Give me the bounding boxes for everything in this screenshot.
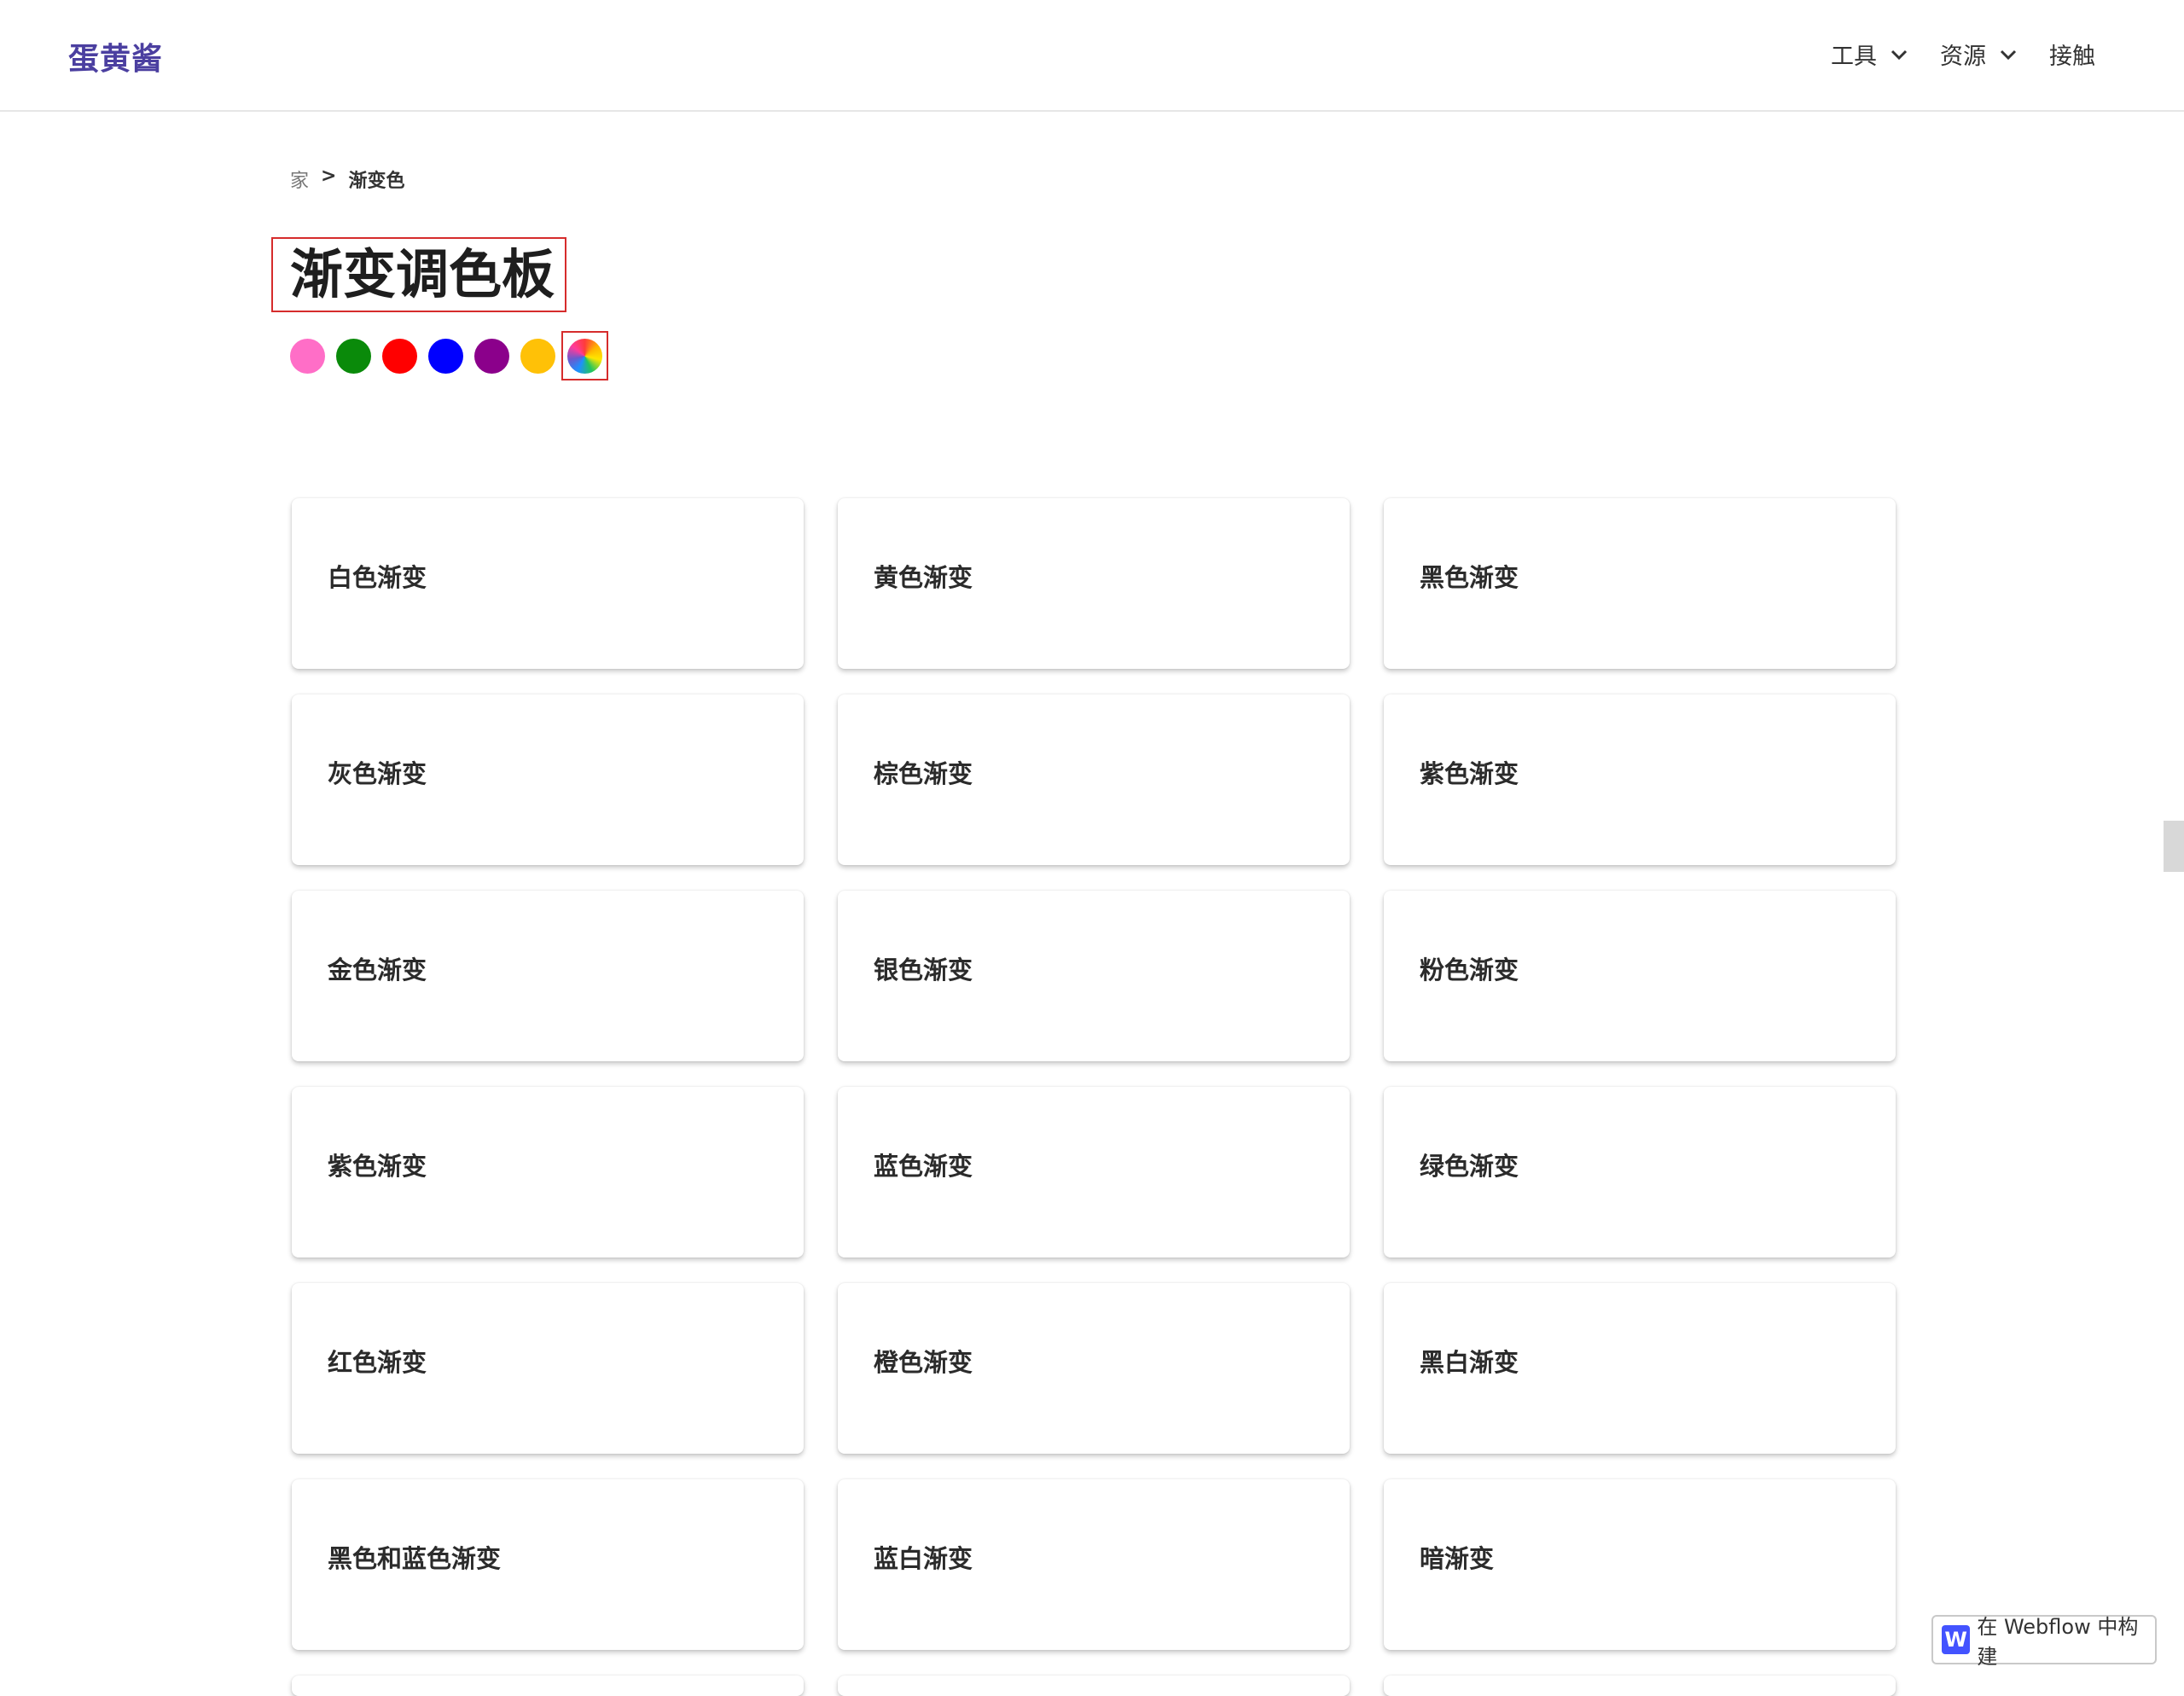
breadcrumb-separator: > — [321, 166, 337, 187]
gradient-card-label: 白色渐变 — [328, 563, 427, 592]
gradient-card[interactable]: 粉色渐变 — [1384, 891, 1896, 1061]
top-navbar: 蛋黄酱 工具 资源 接触 — [0, 0, 2184, 112]
nav-item-label: 资源 — [1940, 44, 1986, 70]
gradient-card[interactable]: 紫色渐变 — [292, 1087, 804, 1257]
gradient-card-label: 银色渐变 — [874, 955, 973, 984]
gradient-card[interactable]: 黑色和蓝色渐变 — [292, 1479, 804, 1650]
scrollbar-thumb[interactable] — [2164, 821, 2184, 872]
gradient-card[interactable]: 黑色渐变 — [1384, 498, 1896, 669]
nav-item-contact[interactable]: 接触 — [2049, 38, 2095, 71]
webflow-badge-text: 在 Webflow 中构建 — [1977, 1615, 2139, 1669]
chevron-down-icon — [1891, 49, 1908, 60]
gradient-card[interactable]: 灰色渐变 — [292, 694, 804, 865]
breadcrumb-home-link[interactable]: 家 — [290, 166, 309, 193]
swatch-pink[interactable] — [290, 338, 325, 374]
gradient-card[interactable]: 紫色渐变 — [1384, 694, 1896, 865]
gradient-card-label: 棕色渐变 — [874, 759, 973, 788]
breadcrumb: 家 > 渐变色 — [290, 166, 404, 193]
gradient-card[interactable]: 棕色渐变 — [838, 694, 1350, 865]
swatch-multicolor[interactable] — [561, 331, 608, 380]
gradient-card-label: 紫色渐变 — [328, 1152, 427, 1181]
gradient-card-label: 金色渐变 — [328, 955, 427, 984]
gradient-card-label: 黑色和蓝色渐变 — [328, 1544, 502, 1573]
gradient-card-label: 黑白渐变 — [1420, 1348, 1519, 1377]
gradient-card[interactable]: 金色渐变 — [292, 891, 804, 1061]
gradient-card-label: 蓝色渐变 — [874, 1152, 973, 1181]
swatch-yellow[interactable] — [520, 338, 555, 374]
gradient-card[interactable] — [292, 1676, 804, 1696]
gradient-card-label: 粉色渐变 — [1420, 955, 1519, 984]
page-title: 渐变调色板 — [271, 237, 567, 312]
chevron-down-icon — [2000, 49, 2017, 60]
breadcrumb-current: 渐变色 — [348, 171, 405, 192]
gradient-card-label: 蓝白渐变 — [874, 1544, 973, 1573]
gradient-card[interactable]: 暗渐变 — [1384, 1479, 1896, 1650]
gradient-card-label: 灰色渐变 — [328, 759, 427, 788]
webflow-badge[interactable]: W 在 Webflow 中构建 — [1931, 1615, 2157, 1669]
gradient-card-label: 紫色渐变 — [1420, 759, 1519, 788]
gradient-card-label: 黄色渐变 — [874, 563, 973, 592]
gradient-card-label: 红色渐变 — [328, 1348, 427, 1377]
gradient-card[interactable]: 红色渐变 — [292, 1283, 804, 1454]
webflow-logo-icon: W — [1942, 1625, 1971, 1654]
nav-item-label: 工具 — [1831, 44, 1877, 70]
gradient-card-label: 黑色渐变 — [1420, 563, 1519, 592]
swatch-purple[interactable] — [474, 338, 509, 374]
nav-item-label: 接触 — [2049, 44, 2095, 70]
swatch-red[interactable] — [382, 338, 417, 374]
color-filter-swatches — [290, 331, 608, 380]
rainbow-wheel-icon — [567, 338, 602, 374]
gradient-card[interactable]: 白色渐变 — [292, 498, 804, 669]
gradient-card[interactable]: 蓝色渐变 — [838, 1087, 1350, 1257]
nav-item-resources[interactable]: 资源 — [1940, 38, 2018, 71]
gradient-card[interactable]: 银色渐变 — [838, 891, 1350, 1061]
gradient-card[interactable]: 蓝白渐变 — [838, 1479, 1350, 1650]
gradient-card[interactable]: 黄色渐变 — [838, 498, 1350, 669]
gradient-card-label: 橙色渐变 — [874, 1348, 973, 1377]
gradient-card-grid: 白色渐变 黄色渐变 黑色渐变 灰色渐变 棕色渐变 紫色渐变 金色渐变 银色渐变 粉色渐变 紫色渐变… — [292, 498, 1896, 1696]
swatch-blue[interactable] — [428, 338, 463, 374]
nav-item-tools[interactable]: 工具 — [1831, 38, 1909, 71]
gradient-card[interactable]: 绿色渐变 — [1384, 1087, 1896, 1257]
swatch-green[interactable] — [336, 338, 371, 374]
gradient-card-label: 暗渐变 — [1420, 1544, 1495, 1573]
gradient-card[interactable] — [1384, 1676, 1896, 1696]
gradient-card[interactable] — [838, 1676, 1350, 1696]
gradient-card[interactable]: 黑白渐变 — [1384, 1283, 1896, 1454]
nav-links: 工具 资源 接触 — [1831, 38, 2095, 71]
gradient-card[interactable]: 橙色渐变 — [838, 1283, 1350, 1454]
brand-logo[interactable]: 蛋黄酱 — [68, 34, 163, 78]
gradient-card-label: 绿色渐变 — [1420, 1152, 1519, 1181]
